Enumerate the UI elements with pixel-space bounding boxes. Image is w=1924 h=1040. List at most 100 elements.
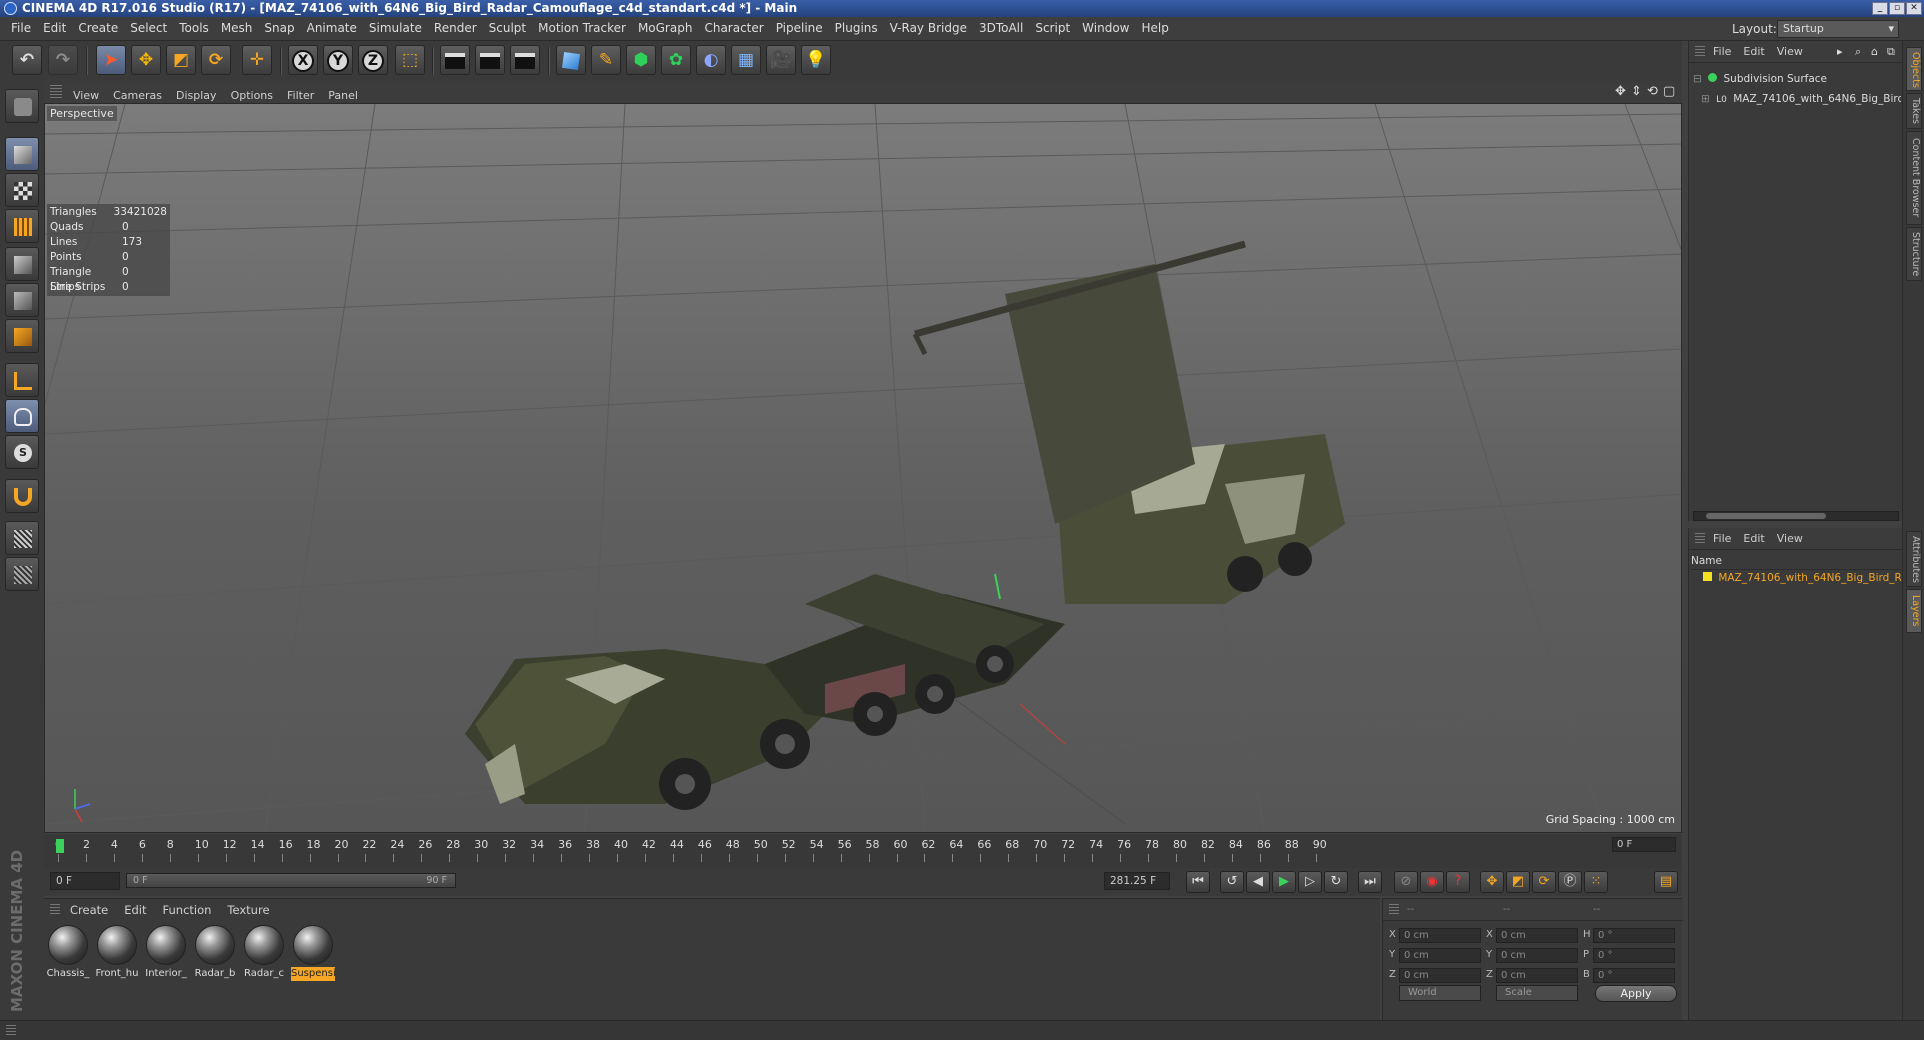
make-editable-button[interactable] bbox=[5, 89, 39, 123]
polygons-mode-button[interactable] bbox=[5, 319, 39, 353]
undo-button[interactable]: ↶ bbox=[12, 45, 42, 75]
material-swatch[interactable]: Interior_ bbox=[144, 923, 188, 985]
menu-window[interactable]: Window bbox=[1076, 17, 1135, 40]
tab-content-browser[interactable]: Content Browser bbox=[1906, 131, 1922, 225]
next-key-button[interactable]: ↻ bbox=[1324, 871, 1348, 893]
material-swatch[interactable]: Radar_c bbox=[242, 923, 286, 985]
pan-view-icon[interactable]: ✥ bbox=[1615, 84, 1626, 99]
menu-mesh[interactable]: Mesh bbox=[215, 17, 259, 40]
home-icon[interactable]: ⌂ bbox=[1871, 41, 1878, 63]
size-x-field[interactable]: 0 cm bbox=[1496, 928, 1578, 943]
close-button[interactable]: ✕ bbox=[1906, 2, 1922, 15]
panel-grip[interactable] bbox=[50, 904, 60, 916]
scrollbar-thumb[interactable] bbox=[1706, 513, 1826, 519]
rotate-tool-button[interactable]: ⟳ bbox=[201, 45, 231, 75]
object-horizontal-scrollbar[interactable] bbox=[1693, 511, 1899, 521]
key-parameter-button[interactable]: Ⓟ bbox=[1558, 871, 1582, 893]
z-axis-lock-button[interactable]: Z bbox=[358, 45, 388, 75]
menu-file[interactable]: File bbox=[0, 17, 37, 40]
transform-tool-button[interactable]: ✛ bbox=[242, 45, 272, 75]
zoom-view-icon[interactable]: ⇕ bbox=[1631, 84, 1642, 99]
position-y-field[interactable]: 0 cm bbox=[1399, 948, 1481, 963]
new-view-icon[interactable]: ⧉ bbox=[1887, 41, 1895, 63]
rotation-h-field[interactable]: 0 ° bbox=[1593, 928, 1675, 943]
menu-sculpt[interactable]: Sculpt bbox=[483, 17, 532, 40]
menu-3dtoall[interactable]: 3DToAll bbox=[973, 17, 1029, 40]
axis-mode-button[interactable] bbox=[5, 363, 39, 397]
apply-button[interactable]: Apply bbox=[1595, 985, 1677, 1002]
scale-tool-button[interactable]: ◩ bbox=[166, 45, 196, 75]
tab-layers[interactable]: Layers bbox=[1906, 589, 1922, 633]
panel-grip[interactable] bbox=[50, 85, 62, 99]
material-menu-function[interactable]: Function bbox=[155, 899, 220, 921]
edges-mode-button[interactable] bbox=[5, 283, 39, 317]
add-mograph-cloner-button[interactable]: ✿ bbox=[661, 45, 691, 75]
object-menu-view[interactable]: View bbox=[1771, 41, 1809, 63]
preview-range-slider[interactable]: 0 F 90 F bbox=[126, 873, 456, 888]
coordinate-system-button[interactable]: ⬚ bbox=[395, 45, 425, 75]
key-scale-button[interactable]: ◩ bbox=[1506, 871, 1530, 893]
tab-attributes[interactable]: Attributes bbox=[1906, 531, 1922, 587]
material-menu-texture[interactable]: Texture bbox=[219, 899, 277, 921]
material-menu-create[interactable]: Create bbox=[62, 899, 116, 921]
goto-start-button[interactable]: ⏮ bbox=[1186, 871, 1210, 893]
workplane-lock-button[interactable] bbox=[5, 521, 39, 555]
tab-objects[interactable]: Objects bbox=[1906, 47, 1922, 91]
rotate-view-icon[interactable]: ⟲ bbox=[1647, 84, 1658, 99]
rotation-p-field[interactable]: 0 ° bbox=[1593, 948, 1675, 963]
add-spline-pen-button[interactable]: ✎ bbox=[591, 45, 621, 75]
tab-takes[interactable]: Takes bbox=[1906, 93, 1922, 129]
prev-frame-button[interactable]: ◀ bbox=[1246, 871, 1270, 893]
key-rotation-button[interactable]: ⟳ bbox=[1532, 871, 1556, 893]
tweak-mode-button[interactable] bbox=[5, 399, 39, 433]
material-menu-edit[interactable]: Edit bbox=[116, 899, 154, 921]
render-view-button[interactable] bbox=[440, 45, 470, 75]
texture-mode-button[interactable] bbox=[5, 173, 39, 207]
panel-grip[interactable] bbox=[1695, 46, 1705, 58]
timeline-window-button[interactable]: ▤ bbox=[1654, 871, 1678, 893]
goto-end-button[interactable]: ⏭ bbox=[1358, 871, 1382, 893]
maximize-button[interactable]: ▫ bbox=[1889, 2, 1905, 15]
layer-menu-edit[interactable]: Edit bbox=[1737, 528, 1770, 550]
add-light-button[interactable]: 💡 bbox=[801, 45, 831, 75]
points-mode-button[interactable] bbox=[5, 247, 39, 281]
next-frame-button[interactable]: ▷ bbox=[1298, 871, 1322, 893]
menu-help[interactable]: Help bbox=[1135, 17, 1174, 40]
key-help-button[interactable]: ? bbox=[1446, 871, 1470, 893]
layout-dropdown[interactable]: Startup bbox=[1777, 20, 1899, 38]
play-button[interactable]: ▶ bbox=[1272, 871, 1296, 893]
tree-expand-icon[interactable]: ⊞ bbox=[1701, 93, 1710, 105]
autokey-button[interactable]: ◉ bbox=[1420, 871, 1444, 893]
timeline-ruler[interactable]: 0246810121416182022242628303234363840424… bbox=[44, 834, 1682, 868]
search-icon[interactable]: ⌕ bbox=[1855, 41, 1861, 63]
menu-tools[interactable]: Tools bbox=[173, 17, 215, 40]
menu-snap[interactable]: Snap bbox=[258, 17, 300, 40]
object-menu-edit[interactable]: Edit bbox=[1737, 41, 1770, 63]
menu-vray-bridge[interactable]: V-Ray Bridge bbox=[884, 17, 973, 40]
model-mode-button[interactable] bbox=[5, 137, 39, 171]
menu-edit[interactable]: Edit bbox=[37, 17, 72, 40]
menu-script[interactable]: Script bbox=[1029, 17, 1076, 40]
key-pla-button[interactable]: ⁙ bbox=[1584, 871, 1608, 893]
live-selection-button[interactable]: ➤ bbox=[96, 45, 126, 75]
add-floor-button[interactable]: ▦ bbox=[731, 45, 761, 75]
layer-row[interactable]: MAZ_74106_with_64N6_Big_Bird_Radar bbox=[1697, 569, 1901, 587]
tab-structure[interactable]: Structure bbox=[1906, 227, 1922, 281]
menu-simulate[interactable]: Simulate bbox=[363, 17, 428, 40]
redo-button[interactable]: ↷ bbox=[48, 45, 78, 75]
start-frame-field[interactable]: 0 F bbox=[50, 872, 120, 890]
menu-animate[interactable]: Animate bbox=[301, 17, 363, 40]
menu-pipeline[interactable]: Pipeline bbox=[770, 17, 829, 40]
menu-character[interactable]: Character bbox=[698, 17, 769, 40]
end-frame-field[interactable]: 281.25 F bbox=[1104, 872, 1170, 890]
menu-motion-tracker[interactable]: Motion Tracker bbox=[532, 17, 632, 40]
workplane-mode-button[interactable] bbox=[5, 209, 39, 243]
object-menu-file[interactable]: File bbox=[1707, 41, 1737, 63]
menu-mograph[interactable]: MoGraph bbox=[632, 17, 699, 40]
position-z-field[interactable]: 0 cm bbox=[1399, 968, 1481, 983]
rotation-b-field[interactable]: 0 ° bbox=[1593, 968, 1675, 983]
panel-grip[interactable] bbox=[1695, 533, 1705, 545]
playhead-marker[interactable] bbox=[56, 839, 64, 853]
prev-key-button[interactable]: ↺ bbox=[1220, 871, 1244, 893]
size-y-field[interactable]: 0 cm bbox=[1496, 948, 1578, 963]
